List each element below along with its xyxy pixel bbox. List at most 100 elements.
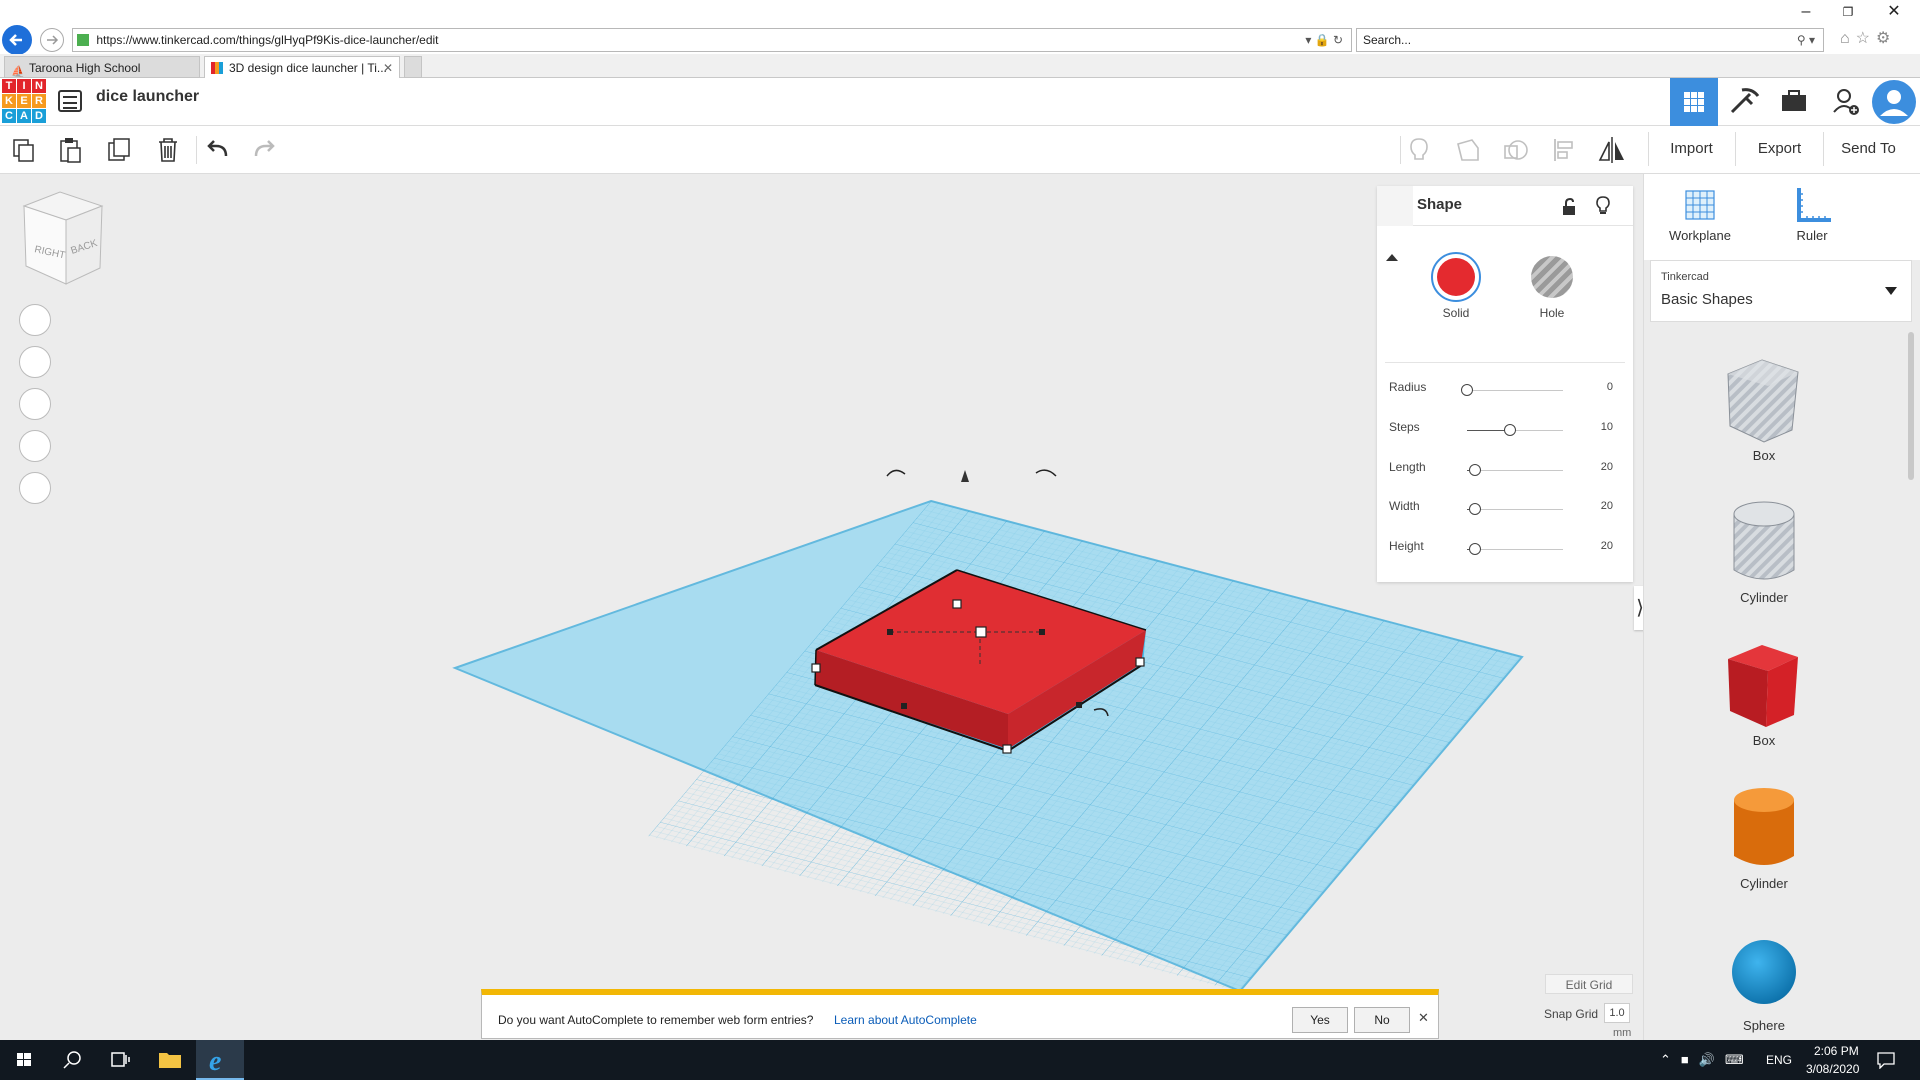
library-name: Basic Shapes — [1661, 291, 1753, 308]
clock-time[interactable]: 2:06 PM — [1814, 1044, 1859, 1058]
duplicate-button[interactable] — [104, 134, 136, 166]
logo-letter: R — [32, 94, 46, 108]
zoom-in-button[interactable] — [19, 388, 51, 420]
design-list-icon[interactable] — [58, 90, 82, 112]
delete-button[interactable] — [152, 134, 184, 166]
import-button[interactable]: Import — [1648, 132, 1734, 166]
export-button[interactable]: Export — [1735, 132, 1823, 166]
param-slider-knob[interactable] — [1468, 464, 1481, 476]
ruler-icon[interactable] — [1793, 186, 1833, 224]
inspector-grip[interactable] — [1377, 186, 1413, 226]
param-slider-track[interactable] — [1467, 470, 1563, 471]
autocomplete-yes-button[interactable]: Yes — [1292, 1007, 1348, 1033]
lock-icon[interactable] — [1561, 198, 1577, 216]
fit-view-button[interactable] — [19, 346, 51, 378]
close-window-button[interactable]: ✕ — [1872, 0, 1916, 24]
tab-tinkercad[interactable]: 3D design dice launcher | Ti... ✕ — [204, 56, 400, 78]
search-taskbar-button[interactable] — [48, 1040, 96, 1080]
language-indicator[interactable]: ENG — [1766, 1053, 1792, 1067]
autocomplete-link[interactable]: Learn about AutoComplete — [834, 1013, 977, 1027]
copy-button[interactable] — [8, 134, 40, 166]
system-tray-icons[interactable]: ⌃■🔊⌨ — [1660, 1052, 1754, 1068]
shape-item-box[interactable]: Box — [1704, 354, 1824, 484]
search-icon[interactable]: ⚲ ▾ — [1797, 29, 1815, 51]
design-title[interactable]: dice launcher — [96, 88, 199, 106]
add-user-button[interactable] — [1822, 78, 1870, 126]
param-slider-track[interactable] — [1467, 509, 1563, 510]
search-input[interactable]: Search... ⚲ ▾ — [1356, 28, 1824, 52]
internet-explorer-button[interactable]: e — [196, 1040, 244, 1080]
tinkercad-logo[interactable]: TIN KER CAD — [2, 79, 46, 123]
ruler-label[interactable]: Ruler — [1767, 228, 1857, 243]
shape-item-box[interactable]: Box — [1704, 639, 1824, 769]
param-value-radius[interactable]: 0 — [1607, 381, 1613, 393]
send-to-button[interactable]: Send To — [1823, 132, 1913, 166]
minimize-button[interactable]: – — [1784, 0, 1828, 24]
workplane-icon[interactable] — [1683, 188, 1717, 222]
3d-view-button[interactable] — [1670, 78, 1718, 126]
home-star-gear-icons[interactable]: ⌂☆⚙ — [1840, 28, 1896, 48]
paste-button[interactable] — [54, 134, 86, 166]
param-value-width[interactable]: 20 — [1601, 500, 1613, 512]
autocomplete-no-button[interactable]: No — [1354, 1007, 1410, 1033]
shape-item-sphere[interactable]: Sphere — [1704, 924, 1824, 1054]
task-view-button[interactable] — [96, 1040, 144, 1080]
param-slider-track[interactable] — [1467, 390, 1563, 391]
tab-taroona[interactable]: ⛵ Taroona High School — [4, 56, 200, 78]
param-slider-knob[interactable] — [1461, 384, 1473, 396]
new-tab-button[interactable] — [404, 56, 422, 78]
collapse-up-icon[interactable] — [1385, 252, 1399, 262]
mirror-button[interactable] — [1596, 134, 1628, 166]
address-row: https://www.tinkercad.com/things/glHyqPf… — [0, 24, 1920, 55]
redo-button[interactable] — [248, 134, 280, 166]
mirror-icon — [1598, 137, 1624, 163]
shape-library-dropdown[interactable]: Tinkercad Basic Shapes — [1650, 260, 1912, 322]
param-slider-knob[interactable] — [1468, 503, 1481, 515]
logo-letter: K — [2, 94, 16, 108]
param-slider-knob[interactable] — [1504, 424, 1517, 436]
zoom-out-button[interactable] — [19, 430, 51, 462]
param-value-length[interactable]: 20 — [1601, 461, 1613, 473]
param-slider-knob[interactable] — [1468, 543, 1481, 555]
lessons-button[interactable] — [1770, 78, 1818, 126]
ungroup-button[interactable] — [1500, 134, 1532, 166]
align-button[interactable] — [1548, 134, 1580, 166]
add-user-icon — [1833, 89, 1859, 115]
grid-icon — [1684, 92, 1704, 112]
tab-label: Taroona High School — [29, 61, 141, 75]
chevron-down-icon — [1885, 287, 1897, 295]
shape-item-cylinder[interactable]: Cylinder — [1704, 496, 1824, 626]
undo-icon — [207, 140, 228, 157]
edit-grid-button[interactable]: Edit Grid — [1545, 974, 1633, 994]
solid-option[interactable] — [1431, 252, 1481, 302]
notification-icon[interactable] — [1876, 1051, 1896, 1069]
projection-toggle-button[interactable] — [19, 472, 51, 504]
param-value-height[interactable]: 20 — [1601, 540, 1613, 552]
back-button[interactable] — [2, 25, 32, 55]
blocks-button[interactable] — [1720, 78, 1768, 126]
close-tab-icon[interactable]: ✕ — [383, 57, 393, 79]
address-bar[interactable]: https://www.tinkercad.com/things/glHyqPf… — [72, 28, 1352, 52]
undo-button[interactable] — [202, 134, 234, 166]
toggle-visibility-button[interactable] — [1403, 134, 1435, 166]
lightbulb-icon[interactable] — [1595, 196, 1611, 216]
lock-refresh-icon[interactable]: ▾ 🔒 ↻ — [1305, 29, 1343, 51]
file-explorer-button[interactable] — [146, 1040, 194, 1080]
hole-option[interactable] — [1531, 256, 1573, 298]
group-button[interactable] — [1452, 134, 1484, 166]
shape-item-cylinder[interactable]: Cylinder — [1704, 782, 1824, 912]
param-slider-track[interactable] — [1467, 549, 1563, 550]
param-value-steps[interactable]: 10 — [1601, 421, 1613, 433]
home-view-button[interactable] — [19, 304, 51, 336]
restore-button[interactable]: ❐ — [1826, 0, 1870, 24]
clock-date[interactable]: 3/08/2020 — [1806, 1062, 1859, 1076]
user-avatar[interactable] — [1870, 78, 1918, 126]
view-cube[interactable]: RIGHT BACK — [22, 191, 104, 285]
close-notification-icon[interactable]: ✕ — [1418, 1010, 1429, 1026]
snap-grid-value[interactable]: 1.0 — [1604, 1003, 1630, 1023]
forward-button[interactable] — [40, 28, 64, 52]
start-button[interactable] — [0, 1040, 48, 1080]
inspector-title: Shape — [1417, 196, 1463, 213]
panel-scrollbar[interactable] — [1908, 332, 1914, 480]
workplane-label[interactable]: Workplane — [1655, 228, 1745, 243]
